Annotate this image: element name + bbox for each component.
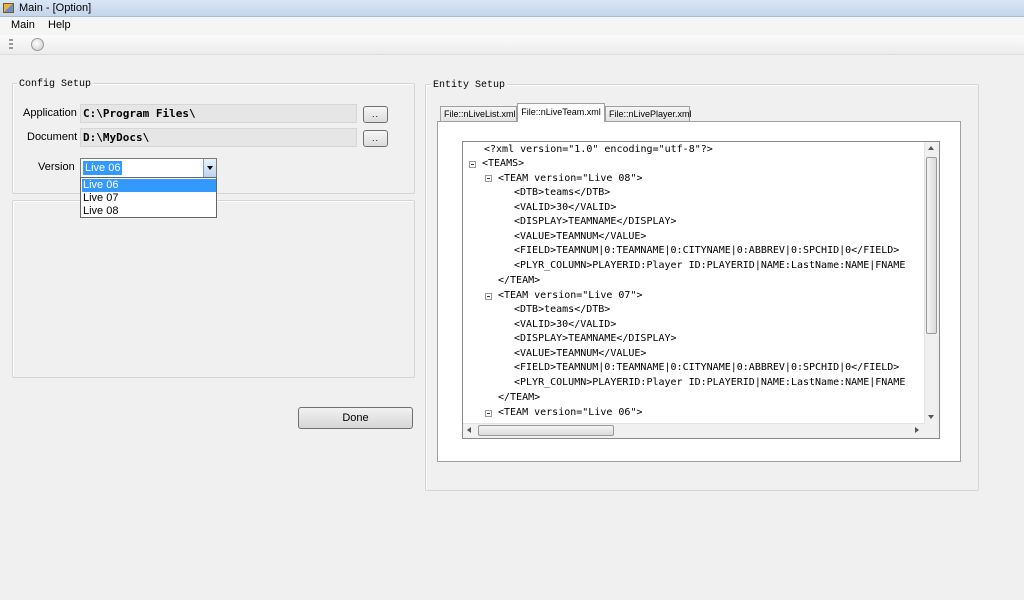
toolbar-option-icon[interactable]	[31, 38, 44, 51]
menu-main[interactable]: Main	[9, 19, 37, 31]
xml-line: <FIELD>TEAMNUM|0:TEAMNAME|0:CITYNAME|0:A…	[514, 362, 900, 373]
version-dropdown-list: Live 06 Live 07 Live 08	[80, 177, 217, 218]
scrollbar-corner	[925, 423, 939, 438]
collapse-toggle-icon[interactable]	[485, 175, 492, 182]
xml-line: <TEAM version="Live 07">	[498, 290, 643, 301]
done-button[interactable]: Done	[298, 407, 413, 429]
xml-line: <DTB>teams</DTB>	[514, 304, 611, 315]
document-path-field[interactable]: D:\MyDocs\	[80, 128, 357, 147]
application-label: Application	[23, 107, 77, 119]
xml-line: <?xml version="1.0" encoding="utf-8"?>	[484, 144, 713, 155]
scroll-down-arrow-icon[interactable]	[928, 415, 934, 419]
config-setup-title: Config Setup	[17, 79, 94, 90]
version-selected-value: Live 06	[83, 161, 123, 175]
version-select[interactable]: Live 06	[80, 158, 217, 178]
collapse-toggle-icon[interactable]	[485, 410, 492, 417]
xml-line: <TEAMS>	[482, 158, 525, 169]
version-option[interactable]: Live 06	[82, 179, 216, 192]
xml-line: <FIELD>TEAMNUM|0:TEAMNAME|0:CITYNAME|0:A…	[514, 245, 900, 256]
horizontal-scroll-thumb[interactable]	[478, 425, 614, 436]
application-browse-button[interactable]: ..	[363, 106, 388, 123]
collapse-toggle-icon[interactable]	[469, 161, 476, 168]
xml-line: <VALID>30</VALID>	[514, 202, 617, 213]
document-label: Document	[27, 131, 78, 143]
scroll-up-arrow-icon[interactable]	[928, 146, 934, 150]
menu-help[interactable]: Help	[46, 19, 73, 31]
xml-line: <PLYR_COLUMN>PLAYERID:Player ID:PLAYERID…	[514, 377, 906, 388]
menu-bar	[0, 17, 1024, 35]
xml-line: <DTB>teams</DTB>	[514, 187, 611, 198]
xml-line: <DISPLAY>TEAMNAME</DISPLAY>	[514, 216, 677, 227]
tab-nlivelist[interactable]: File::nLiveList.xml	[440, 106, 517, 122]
version-option[interactable]: Live 07	[82, 192, 216, 205]
chevron-down-icon[interactable]	[203, 159, 216, 177]
entity-setup-title: Entity Setup	[431, 80, 508, 91]
title-bar	[0, 0, 1024, 17]
collapse-toggle-icon[interactable]	[485, 293, 492, 300]
xml-line: <VALID>30</VALID>	[514, 319, 617, 330]
app-icon	[3, 3, 14, 13]
xml-line: <TEAM version="Live 06">	[498, 407, 643, 418]
xml-line: <VALUE>TEAMNUM</VALUE>	[514, 231, 647, 242]
xml-line: <VALUE>TEAMNUM</VALUE>	[514, 348, 647, 359]
xml-line: <TEAM version="Live 08">	[498, 173, 643, 184]
xml-viewer[interactable]: <?xml version="1.0" encoding="utf-8"?> <…	[462, 141, 940, 439]
version-option[interactable]: Live 08	[82, 205, 216, 218]
xml-line: <DISPLAY>TEAMNAME</DISPLAY>	[514, 333, 677, 344]
window-title: Main - [Option]	[19, 2, 92, 14]
version-label: Version	[38, 161, 75, 173]
scroll-right-arrow-icon[interactable]	[915, 427, 919, 433]
application-path-field[interactable]: C:\Program Files\	[80, 104, 357, 123]
xml-line: </TEAM>	[498, 392, 541, 403]
vertical-scroll-thumb[interactable]	[926, 157, 937, 334]
scroll-left-arrow-icon[interactable]	[467, 427, 471, 433]
xml-line: <PLYR_COLUMN>PLAYERID:Player ID:PLAYERID…	[514, 260, 906, 271]
tab-nliveplayer[interactable]: File::nLivePlayer.xml	[605, 106, 692, 122]
blank-group-panel	[12, 200, 415, 378]
xml-line: </TEAM>	[498, 275, 541, 286]
document-browse-button[interactable]: ..	[363, 130, 388, 147]
tab-nliveteam[interactable]: File::nLiveTeam.xml	[517, 103, 605, 122]
toolbar	[0, 35, 1024, 55]
toolbar-grip-icon[interactable]	[9, 39, 13, 51]
